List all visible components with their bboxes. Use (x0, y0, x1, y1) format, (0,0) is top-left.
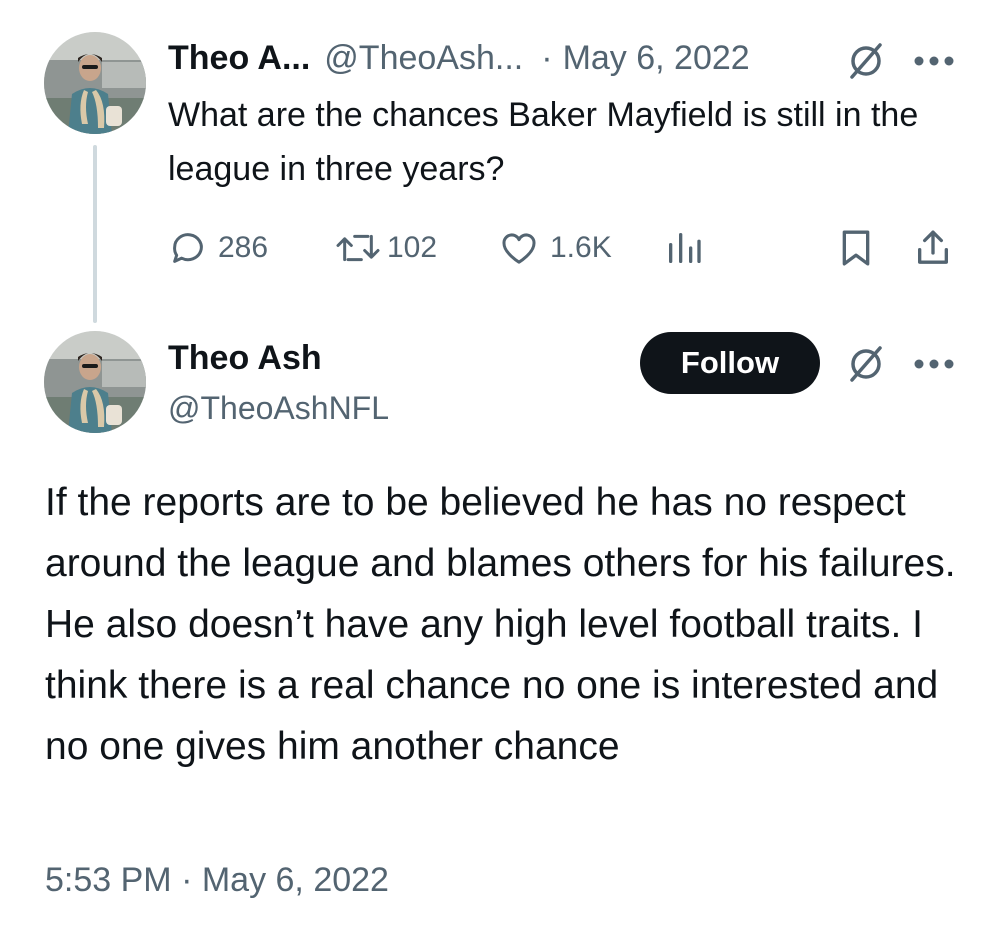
parent-tweet-text: What are the chances Baker Mayfield is s… (168, 96, 919, 188)
share-icon (918, 230, 948, 264)
repost-icon (336, 234, 380, 262)
bookmark-icon (842, 230, 870, 266)
grok-icon[interactable] (846, 344, 886, 384)
views-action[interactable] (664, 226, 704, 270)
like-action[interactable]: 1.6K (498, 226, 612, 270)
reply-action[interactable]: 286 (168, 226, 268, 270)
reply-icon (173, 233, 203, 263)
reply-count: 286 (218, 231, 269, 264)
parent-tweet-date[interactable]: May 6, 2022 (563, 39, 750, 78)
parent-tweet-header: Theo A... @TheoAsh... · May 6, 2022 (168, 36, 750, 80)
share-action[interactable] (914, 226, 952, 270)
thread-line (93, 145, 97, 323)
avatar-photo (44, 331, 146, 433)
repost-action[interactable]: 102 (333, 226, 437, 270)
views-icon (669, 233, 701, 263)
like-count: 1.6K (550, 231, 612, 264)
repost-count: 102 (387, 231, 438, 264)
follow-button[interactable]: Follow (640, 332, 820, 394)
reply-author-handle[interactable]: @TheoAshNFL (168, 386, 389, 430)
reply-author-name[interactable]: Theo Ash (168, 336, 389, 380)
heart-icon (502, 233, 536, 264)
parent-author-handle[interactable]: @TheoAsh... (324, 39, 523, 78)
more-icon[interactable] (912, 357, 956, 371)
reply-tweet-text: If the reports are to be believed he has… (45, 481, 956, 768)
parent-author-name[interactable]: Theo A... (168, 39, 310, 78)
grok-icon[interactable] (846, 41, 886, 81)
reply-author-block: Theo Ash @TheoAshNFL (168, 336, 389, 430)
separator-dot: · (541, 38, 553, 77)
bookmark-action[interactable] (838, 226, 874, 270)
avatar[interactable] (44, 32, 146, 134)
more-icon[interactable] (912, 54, 956, 68)
avatar[interactable] (44, 331, 146, 433)
avatar-photo (44, 32, 146, 134)
tweet-timestamp[interactable]: 5:53 PM · May 6, 2022 (45, 858, 389, 902)
